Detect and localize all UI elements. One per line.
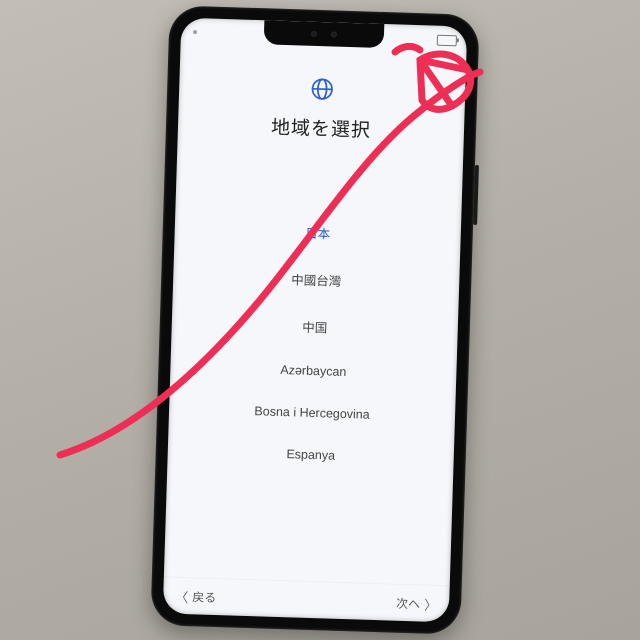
signal-icon	[193, 30, 197, 34]
speaker-dot	[311, 31, 317, 37]
display-notch	[264, 20, 385, 48]
battery-icon	[437, 34, 457, 46]
phone-screen: 地域を選択 日本 中國台灣 中国 Azərbaycan Bosna i Herc…	[163, 18, 468, 623]
globe-icon	[309, 76, 336, 103]
next-label: 次へ	[396, 594, 421, 612]
region-item-japan[interactable]: 日本	[188, 205, 447, 260]
phone-body: 地域を選択 日本 中國台灣 中国 Azərbaycan Bosna i Herc…	[150, 5, 479, 634]
region-item-espanya[interactable]: Espanya	[181, 430, 440, 480]
status-right	[437, 34, 457, 46]
chevron-left-icon: 〈	[175, 586, 189, 605]
photo-background: 地域を選択 日本 中國台灣 中国 Azərbaycan Bosna i Herc…	[0, 0, 640, 640]
status-left	[193, 30, 197, 34]
back-button[interactable]: 〈 戻る	[175, 586, 217, 606]
back-label: 戻る	[192, 588, 217, 606]
region-list[interactable]: 日本 中國台灣 中国 Azərbaycan Bosna i Hercegovin…	[181, 205, 447, 480]
region-item-china[interactable]: 中国	[185, 299, 444, 354]
power-button	[473, 165, 479, 225]
next-button[interactable]: 次へ 〉	[396, 593, 438, 613]
chevron-right-icon: 〉	[424, 594, 438, 613]
region-item-taiwan[interactable]: 中國台灣	[187, 252, 446, 307]
setup-content: 地域を選択 日本 中國台灣 中国 Azərbaycan Bosna i Herc…	[164, 46, 467, 587]
page-title: 地域を選択	[271, 113, 372, 143]
camera-dot	[331, 31, 337, 37]
footer-nav: 〈 戻る 次へ 〉	[163, 576, 450, 622]
